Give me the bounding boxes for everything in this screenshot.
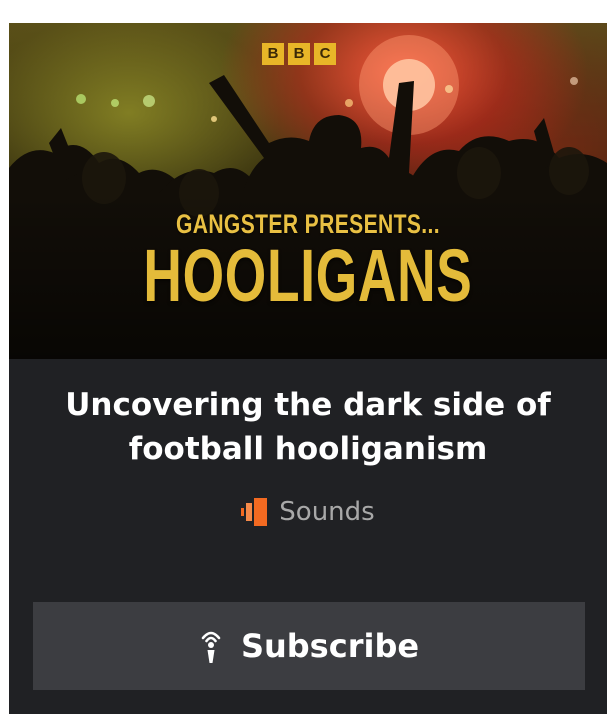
bbc-logo-letter: C (314, 43, 336, 65)
podcast-icon (201, 631, 221, 663)
bbc-logo-letter: B (262, 43, 284, 65)
bbc-sounds-icon (241, 498, 268, 526)
subscribe-label: Subscribe (240, 627, 420, 665)
bbc-logo-letter: B (288, 43, 310, 65)
podcast-card[interactable]: B B C GANGSTER PRESENTS... HOOLIGANS Unc… (9, 23, 607, 714)
bbc-logo: B B C (262, 43, 336, 65)
card-headline[interactable]: Uncovering the dark side of football hoo… (39, 383, 577, 471)
subscribe-button[interactable]: Subscribe (33, 602, 585, 690)
artwork-title: HOOLIGANS (143, 234, 473, 317)
podcast-artwork[interactable]: B B C GANGSTER PRESENTS... HOOLIGANS (9, 23, 607, 359)
source-attribution: Sounds (9, 495, 607, 529)
source-label: Sounds (279, 497, 375, 527)
